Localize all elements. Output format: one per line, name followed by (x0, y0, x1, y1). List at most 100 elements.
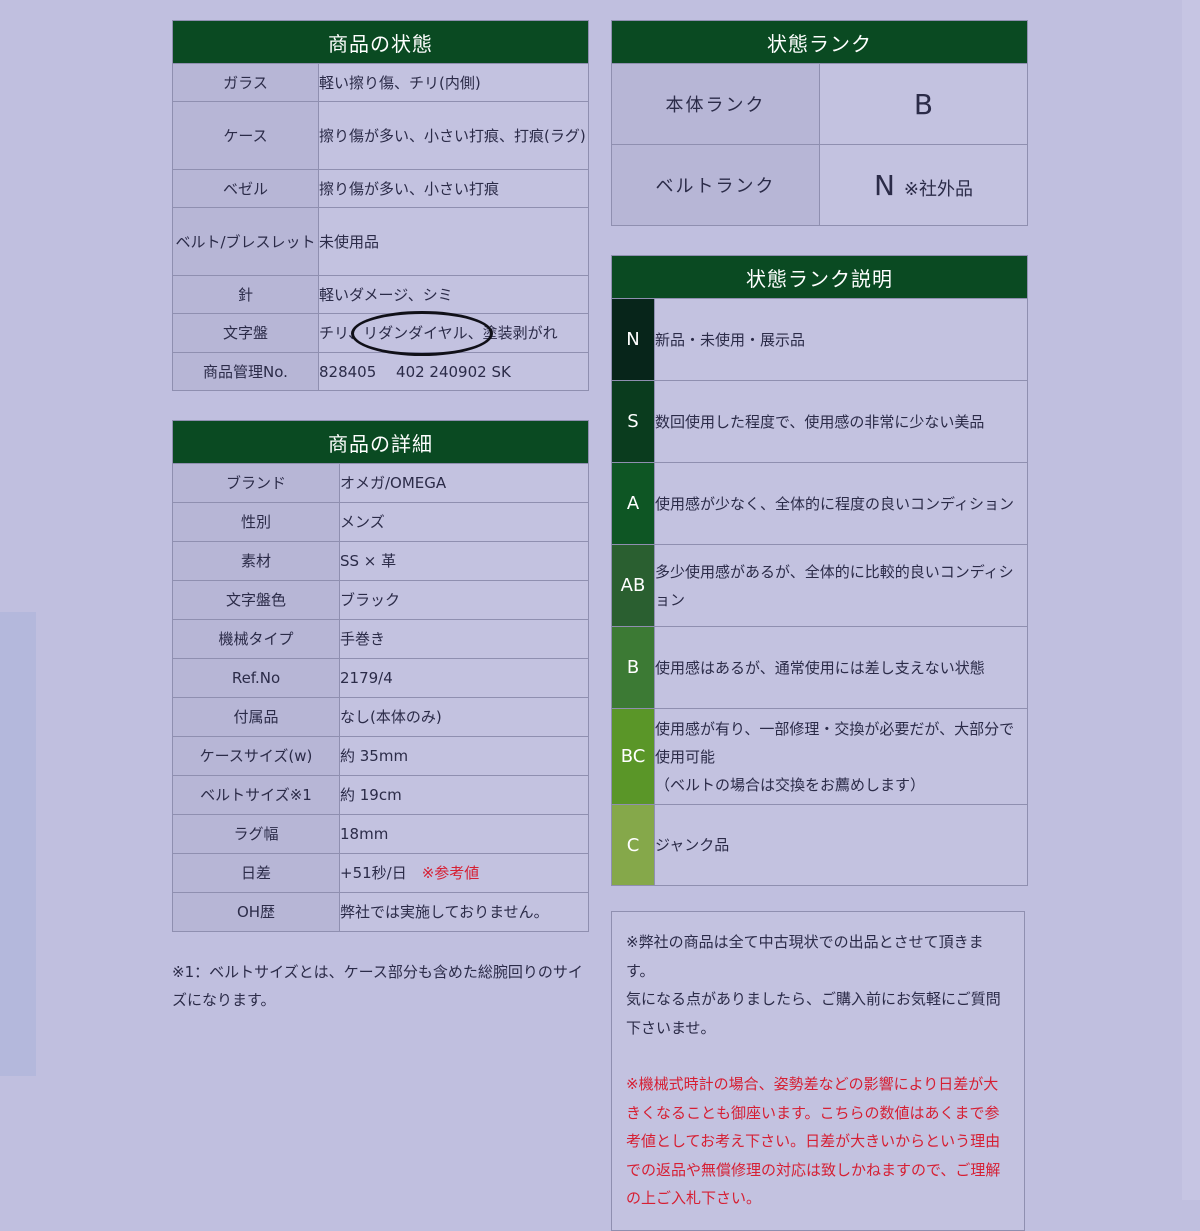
notice-paragraph: ※弊社の商品は全て中古現状での出品とさせて頂きます。 (626, 933, 984, 980)
notice-warning: ※機械式時計の場合、姿勢差などの影響により日差が大きくなることも御座います。こち… (626, 1075, 1001, 1207)
details-value: 約 19cm (339, 775, 589, 815)
details-value: 手巻き (339, 619, 589, 659)
details-label: 機械タイプ (172, 619, 340, 659)
rank-description: 使用感はあるが、通常使用には差し支えない状態 (654, 626, 1028, 709)
rank-table-title: 状態ランク (611, 20, 1028, 64)
table-row: ブランド オメガ/OMEGA (172, 463, 589, 503)
table-row: 機械タイプ 手巻き (172, 619, 589, 659)
rank-letter: C (611, 804, 655, 886)
details-label: 性別 (172, 502, 340, 542)
condition-value-stock-no: 828405 402 240902 SK (318, 352, 589, 391)
rank-description-title: 状態ランク説明 (611, 255, 1028, 299)
rank-description: 新品・未使用・展示品 (654, 298, 1028, 381)
table-row: ラグ幅 18mm (172, 814, 589, 854)
details-label: 文字盤色 (172, 580, 340, 620)
rank-description: 数回使用した程度で、使用感の非常に少ない美品 (654, 380, 1028, 463)
details-label: 付属品 (172, 697, 340, 737)
table-row: N 新品・未使用・展示品 (611, 298, 1028, 381)
condition-label-case: ケース (172, 101, 319, 170)
condition-value-glass: 軽い擦り傷、チリ(内側) (318, 63, 589, 102)
condition-label-dial: 文字盤 (172, 313, 319, 353)
condition-label-hands: 針 (172, 275, 319, 314)
condition-table-title: 商品の状態 (172, 20, 589, 64)
condition-label-bezel: ベゼル (172, 169, 319, 208)
condition-value-hands: 軽いダメージ、シミ (318, 275, 589, 314)
table-row: 素材 SS × 革 (172, 541, 589, 581)
condition-label-belt: ベルト/ブレスレット (172, 207, 319, 276)
table-row: ベルト/ブレスレット 未使用品 (172, 207, 589, 276)
belt-rank-value: N ※社外品 (819, 144, 1028, 226)
condition-label-stock-no: 商品管理No. (172, 352, 319, 391)
rank-description: 使用感が少なく、全体的に程度の良いコンディション (654, 462, 1028, 545)
rank-description: ジャンク品 (654, 804, 1028, 886)
table-row: AB 多少使用感があるが、全体的に比較的良いコンディション (611, 544, 1028, 627)
details-table: 商品の詳細 ブランド オメガ/OMEGA 性別 メンズ 素材 SS × 革 文字… (172, 420, 589, 932)
table-row: Ref.No 2179/4 (172, 658, 589, 698)
belt-rank-note: ※社外品 (903, 178, 973, 200)
table-row: ケースサイズ(w) 約 35mm (172, 736, 589, 776)
details-value: +51秒/日 ※参考値 (339, 853, 589, 893)
table-row: 文字盤色 ブラック (172, 580, 589, 620)
table-row: OH歴 弊社では実施しておりません。 (172, 892, 589, 932)
notice-paragraph: 気になる点がありましたら、ご購入前にお気軽にご質問下さいませ。 (626, 990, 1001, 1037)
table-row: BC 使用感が有り、一部修理・交換が必要だが、大部分で使用可能 （ベルトの場合は交… (611, 708, 1028, 805)
condition-label-glass: ガラス (172, 63, 319, 102)
rank-letter: BC (611, 708, 655, 805)
details-label: 素材 (172, 541, 340, 581)
details-label: Ref.No (172, 658, 340, 698)
details-value: オメガ/OMEGA (339, 463, 589, 503)
condition-value-bezel: 擦り傷が多い、小さい打痕 (318, 169, 589, 208)
details-value: なし(本体のみ) (339, 697, 589, 737)
rank-description-line: （ベルトの場合は交換をお薦めします） (655, 775, 926, 794)
reference-note: ※参考値 (421, 864, 480, 882)
condition-value-belt: 未使用品 (318, 207, 589, 276)
condition-value-case: 擦り傷が多い、小さい打痕、打痕(ラグ) (318, 101, 589, 170)
table-row: S 数回使用した程度で、使用感の非常に少ない美品 (611, 380, 1028, 463)
table-row: 日差 +51秒/日 ※参考値 (172, 853, 589, 893)
body-rank-label: 本体ランク (611, 63, 820, 145)
right-edge-strip (1182, 0, 1200, 1200)
details-value: SS × 革 (339, 541, 589, 581)
details-value: 18mm (339, 814, 589, 854)
rank-description-line: 使用感が有り、一部修理・交換が必要だが、大部分で使用可能 (655, 719, 1015, 766)
left-side-strip (0, 612, 36, 1076)
rank-description: 多少使用感があるが、全体的に比較的良いコンディション (654, 544, 1028, 627)
table-row: C ジャンク品 (611, 804, 1028, 886)
details-label: ブランド (172, 463, 340, 503)
details-value: 約 35mm (339, 736, 589, 776)
table-row: 文字盤 チリ、リダンダイヤル、塗装剥がれ (172, 311, 589, 356)
dial-text-part: 塗装剥がれ (482, 324, 558, 342)
table-row: 商品管理No. 828405 402 240902 SK (172, 352, 589, 391)
table-row: B 使用感はあるが、通常使用には差し支えない状態 (611, 626, 1028, 709)
table-row: ベルトサイズ※1 約 19cm (172, 775, 589, 815)
details-value: 弊社では実施しておりません。 (339, 892, 589, 932)
table-row: A 使用感が少なく、全体的に程度の良いコンディション (611, 462, 1028, 545)
rank-letter: B (611, 626, 655, 709)
details-value: 2179/4 (339, 658, 589, 698)
circled-annotation: リダンダイヤル、 (351, 311, 493, 356)
details-label: ベルトサイズ※1 (172, 775, 340, 815)
dial-text-part: リダンダイヤル、 (363, 324, 483, 342)
rank-letter: N (611, 298, 655, 381)
rank-letter: S (611, 380, 655, 463)
belt-rank-label: ベルトランク (611, 144, 820, 226)
details-label: OH歴 (172, 892, 340, 932)
rank-description-table: 状態ランク説明 N 新品・未使用・展示品 S 数回使用した程度で、使用感の非常に… (611, 255, 1028, 886)
table-row: ベゼル 擦り傷が多い、小さい打痕 (172, 169, 589, 208)
details-label: 日差 (172, 853, 340, 893)
details-label: ケースサイズ(w) (172, 736, 340, 776)
condition-table: 商品の状態 ガラス 軽い擦り傷、チリ(内側) ケース 擦り傷が多い、小さい打痕、… (172, 20, 589, 391)
belt-rank-letter: N (874, 168, 895, 202)
notice-box: ※弊社の商品は全て中古現状での出品とさせて頂きます。 気になる点がありましたら、… (611, 911, 1025, 1231)
rank-table: 状態ランク 本体ランク B ベルトランク N ※社外品 (611, 20, 1028, 226)
details-value: ブラック (339, 580, 589, 620)
details-table-title: 商品の詳細 (172, 420, 589, 464)
rank-letter: AB (611, 544, 655, 627)
table-row: 針 軽いダメージ、シミ (172, 275, 589, 314)
table-row: ケース 擦り傷が多い、小さい打痕、打痕(ラグ) (172, 101, 589, 170)
rank-description: 使用感が有り、一部修理・交換が必要だが、大部分で使用可能 （ベルトの場合は交換をお… (654, 708, 1028, 805)
rank-letter: A (611, 462, 655, 545)
details-value: メンズ (339, 502, 589, 542)
table-row: ガラス 軽い擦り傷、チリ(内側) (172, 63, 589, 102)
